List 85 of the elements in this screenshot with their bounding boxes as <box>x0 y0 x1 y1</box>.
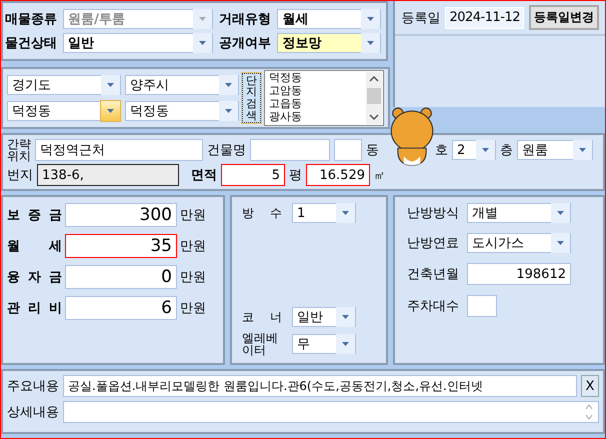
room-type-dropdown[interactable]: 원룸 <box>517 140 593 160</box>
field-label: 공개여부 <box>219 35 272 52</box>
year-field[interactable]: 198612 <box>467 263 571 285</box>
caret-icon <box>219 75 238 95</box>
field-label: 거래유형 <box>219 11 272 28</box>
price-label: 융 자 금 <box>7 269 62 286</box>
caret-icon <box>336 334 355 354</box>
field-label: 매물종류 <box>5 11 58 28</box>
date-field[interactable]: 2024-11-12 <box>445 6 524 28</box>
caret-icon <box>551 233 570 253</box>
price-field[interactable]: 300 <box>65 203 177 227</box>
area-pyeong-field[interactable]: 5 <box>221 164 285 186</box>
unit-label: 만원 <box>180 238 206 255</box>
m2-unit: ㎡ <box>374 168 385 182</box>
location-field[interactable]: 덕정역근처 <box>35 139 203 161</box>
unit-label: 만원 <box>180 269 206 286</box>
room-label: 방 수 <box>242 206 282 220</box>
sticker-drawing <box>389 107 435 167</box>
lot-field[interactable]: 138-6, <box>37 164 179 186</box>
scrollbar-icon[interactable] <box>366 72 382 124</box>
list-item[interactable]: 광사동 <box>269 110 365 123</box>
dong-label: 동 <box>366 142 379 159</box>
facility-label: 난방방식 <box>407 205 459 222</box>
facility-label: 난방연료 <box>407 235 459 252</box>
complex-search-button[interactable]: 단지검색 <box>242 72 261 124</box>
dropdown[interactable]: 월세 <box>277 9 382 29</box>
location-label: 간략위치 <box>7 138 31 162</box>
lot-label: 번지 <box>7 167 33 184</box>
dropdown[interactable]: 덕정동 <box>7 101 121 121</box>
caret-icon <box>101 75 120 95</box>
caret-icon <box>573 140 592 160</box>
dropdown[interactable]: 양주시 <box>125 75 239 95</box>
building-field[interactable] <box>250 139 330 161</box>
price-field[interactable]: 6 <box>65 296 177 320</box>
list-item[interactable]: 고읍동 <box>269 97 365 110</box>
area-m2-field[interactable]: 16.529 <box>306 164 370 186</box>
room-label: 엘레베이터 <box>242 332 279 357</box>
caret-icon <box>336 203 355 223</box>
caret-icon <box>101 101 120 121</box>
detail-field[interactable] <box>63 401 599 423</box>
list-item[interactable]: 덕정동 <box>269 71 365 84</box>
field-label: 물건상태 <box>5 35 58 52</box>
caret-icon <box>336 306 355 327</box>
caret-icon <box>361 9 380 29</box>
unit-label: 만원 <box>180 300 206 317</box>
caret-icon <box>193 33 212 53</box>
summary-label: 주요내용 <box>7 378 59 395</box>
dropdown[interactable]: 개별 <box>467 203 571 223</box>
dropdown[interactable]: 1 <box>292 203 356 223</box>
unit-label: 만원 <box>180 207 206 224</box>
list-item[interactable]: 고암동 <box>269 84 365 97</box>
ho-dropdown[interactable]: 2 <box>452 140 496 160</box>
caret-icon <box>193 9 212 29</box>
dong-field[interactable] <box>334 139 362 161</box>
detail-label: 상세내용 <box>7 404 59 421</box>
area-label: 면적 <box>191 167 217 184</box>
summary-field[interactable]: 공실.풀옵션.내부리모델링한 원룸입니다.관6(수도,공동전기,청소,유선.인터넷 <box>63 375 577 397</box>
dropdown[interactable]: 경기도 <box>7 75 121 95</box>
facility-label: 주차대수 <box>407 298 459 315</box>
price-label: 보 증 금 <box>7 207 62 224</box>
caret-icon <box>219 101 238 121</box>
room-label: 코 너 <box>242 310 282 324</box>
change-date-button[interactable]: 등록일변경 <box>529 5 599 30</box>
price-field[interactable]: 0 <box>65 265 177 289</box>
dropdown[interactable]: 도시가스 <box>467 233 571 253</box>
caret-icon <box>476 140 495 160</box>
price-label: 월 세 <box>7 238 62 255</box>
scroll-arrows-icon <box>584 402 594 422</box>
parking-field[interactable] <box>467 295 497 317</box>
price-label: 관 리 비 <box>7 300 62 317</box>
clear-button[interactable]: X <box>581 375 599 397</box>
dropdown[interactable]: 일반 <box>292 306 356 327</box>
caret-icon <box>551 203 570 223</box>
floor-label: 층 <box>500 142 513 159</box>
building-label: 건물명 <box>207 142 246 159</box>
dropdown[interactable]: 일반 <box>63 33 214 53</box>
dropdown[interactable]: 덕정동 <box>125 101 239 121</box>
dropdown[interactable]: 무 <box>292 334 356 354</box>
dropdown[interactable]: 정보망 <box>277 33 382 53</box>
facility-label: 건축년월 <box>407 266 459 283</box>
ho-label: 호 <box>435 142 448 159</box>
caret-icon <box>361 33 380 53</box>
date-label: 등록일 <box>401 10 440 26</box>
pyeong-unit: 평 <box>289 167 302 184</box>
price-field[interactable]: 35 <box>65 234 177 258</box>
